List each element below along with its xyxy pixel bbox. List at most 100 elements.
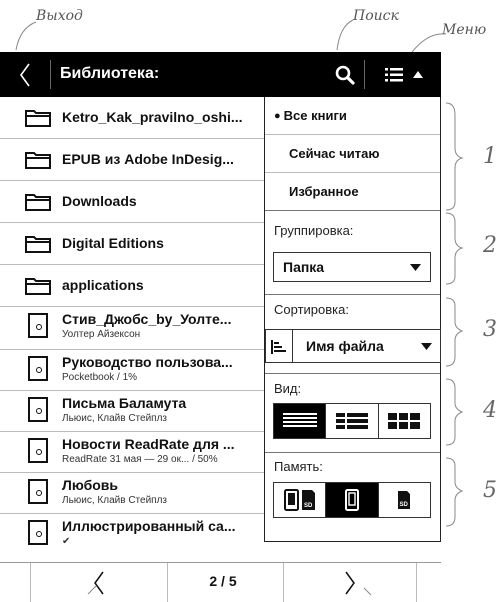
callout-search: Поиск bbox=[353, 8, 399, 24]
book-author: Льюис, Клайв Стейплз bbox=[62, 495, 167, 506]
view-list-detailed-button[interactable] bbox=[274, 404, 327, 438]
folder-item[interactable]: applications bbox=[0, 265, 264, 307]
folder-item[interactable]: EPUB из Adobe InDesig... bbox=[0, 139, 264, 181]
search-button[interactable] bbox=[326, 52, 364, 97]
book-icon bbox=[28, 313, 48, 338]
book-icon bbox=[28, 520, 48, 545]
page-title: Библиотека: bbox=[60, 65, 160, 82]
header-divider bbox=[50, 60, 51, 89]
list-thumbnails-icon bbox=[335, 413, 368, 429]
book-title: Руководство пользова... bbox=[62, 354, 233, 370]
book-icon bbox=[28, 356, 48, 381]
sorting-select[interactable]: Имя файла bbox=[265, 329, 441, 363]
filter-all-label: Все книги bbox=[283, 108, 347, 123]
callout-number-1: 1 bbox=[483, 144, 497, 169]
folder-icon bbox=[25, 152, 51, 169]
book-icon bbox=[28, 438, 48, 463]
sorting-value: Имя файла bbox=[306, 338, 384, 354]
book-author: ReadRate 31 мая — 29 ок... / 50% bbox=[62, 454, 218, 465]
svg-text:SD: SD bbox=[304, 503, 313, 509]
folder-item[interactable]: Ketro_Kak_pravilno_oshi... bbox=[0, 97, 264, 139]
book-title: Письма Баламута bbox=[62, 395, 187, 411]
triangle-down-icon bbox=[410, 264, 421, 271]
folder-icon bbox=[25, 110, 51, 127]
library-list: Ketro_Kak_pravilno_oshi... EPUB из Adobe… bbox=[0, 97, 264, 554]
chevron-right-icon bbox=[345, 571, 355, 594]
memory-label: Память: bbox=[274, 459, 323, 474]
header-divider bbox=[364, 60, 365, 89]
book-item[interactable]: Любовь Льюис, Клайв Стейплз bbox=[0, 473, 264, 514]
menu-list-icon bbox=[385, 67, 403, 81]
book-icon bbox=[28, 397, 48, 422]
selected-bullet-icon: ● bbox=[274, 109, 281, 122]
folder-title: Ketro_Kak_pravilno_oshi... bbox=[62, 109, 243, 125]
footer-divider bbox=[416, 563, 417, 602]
search-icon bbox=[335, 65, 355, 85]
callout-number-5: 5 bbox=[483, 478, 497, 503]
back-button[interactable] bbox=[0, 52, 50, 97]
section-divider bbox=[265, 294, 440, 295]
book-item[interactable]: Новости ReadRate для ... ReadRate 31 мая… bbox=[0, 432, 264, 473]
book-item[interactable]: Стив_Джобс_by_Уолте... Уолтер Айзексон bbox=[0, 307, 264, 350]
book-author: Льюис, Клайв Стейплз bbox=[62, 413, 167, 424]
library-header: Библиотека: bbox=[0, 52, 441, 97]
view-label: Вид: bbox=[274, 381, 302, 396]
view-list-thumbnails-button[interactable] bbox=[326, 404, 379, 438]
memory-device-button[interactable] bbox=[326, 483, 379, 517]
book-author: Pocketbook / 1% bbox=[62, 372, 138, 383]
book-title: Новости ReadRate для ... bbox=[62, 436, 235, 452]
book-title: Любовь bbox=[62, 477, 119, 493]
memory-sd-button[interactable]: SD bbox=[379, 483, 430, 517]
folder-icon bbox=[25, 194, 51, 211]
prev-page-button[interactable] bbox=[31, 563, 167, 602]
filter-reading-label: Сейчас читаю bbox=[289, 146, 380, 161]
folder-icon bbox=[25, 278, 51, 295]
chevron-left-icon bbox=[20, 63, 30, 86]
filter-favorites-label: Избранное bbox=[289, 184, 359, 199]
callout-number-3: 3 bbox=[483, 317, 497, 342]
folder-icon bbox=[25, 236, 51, 253]
folder-item[interactable]: Digital Editions bbox=[0, 223, 264, 265]
triangle-down-icon bbox=[421, 343, 432, 350]
book-item[interactable]: Иллюстрированный са... ✔ bbox=[0, 514, 264, 554]
memory-selector: SD SD bbox=[273, 482, 431, 518]
callout-number-2: 2 bbox=[483, 233, 497, 258]
grid-icon bbox=[388, 413, 421, 429]
grouping-select[interactable]: Папка bbox=[273, 252, 431, 282]
sorting-label: Сортировка: bbox=[274, 302, 349, 317]
book-title: Стив_Джобс_by_Уолте... bbox=[62, 311, 232, 327]
triangle-up-icon bbox=[413, 71, 423, 78]
folder-item[interactable]: Downloads bbox=[0, 181, 264, 223]
page-indicator: 2 / 5 bbox=[209, 573, 237, 589]
filter-all-books[interactable]: ● Все книги bbox=[265, 97, 440, 135]
view-grid-button[interactable] bbox=[379, 404, 430, 438]
library-menu-panel: ● Все книги Сейчас читаю Избранное Групп… bbox=[264, 97, 441, 542]
callout-exit: Выход bbox=[36, 8, 83, 24]
folder-title: Downloads bbox=[62, 193, 137, 209]
section-divider bbox=[265, 452, 440, 453]
chevron-left-icon bbox=[94, 571, 104, 594]
book-item[interactable]: Письма Баламута Льюис, Клайв Стейплз bbox=[0, 391, 264, 432]
book-author: ✔ bbox=[62, 536, 71, 547]
folder-title: applications bbox=[62, 277, 144, 293]
callout-menu: Меню bbox=[442, 22, 487, 38]
view-mode-selector bbox=[273, 403, 431, 439]
sort-order-icon bbox=[271, 340, 286, 354]
folder-title: Digital Editions bbox=[62, 235, 164, 251]
menu-button[interactable] bbox=[372, 52, 436, 97]
filter-favorites[interactable]: Избранное bbox=[265, 173, 440, 211]
pagination-bar: 2 / 5 bbox=[0, 562, 441, 602]
book-title: Иллюстрированный са... bbox=[62, 518, 236, 534]
callout-number-4: 4 bbox=[483, 398, 497, 423]
book-author: Уолтер Айзексон bbox=[62, 329, 141, 340]
memory-device-and-sd-button[interactable]: SD bbox=[274, 483, 327, 517]
book-item[interactable]: Руководство пользова... Pocketbook / 1% bbox=[0, 350, 264, 391]
book-icon bbox=[28, 479, 48, 504]
folder-title: EPUB из Adobe InDesig... bbox=[62, 151, 234, 167]
device-icon bbox=[344, 489, 359, 511]
device-and-sd-icon: SD bbox=[283, 489, 315, 511]
next-page-button[interactable] bbox=[284, 563, 416, 602]
sort-divider bbox=[292, 330, 293, 362]
filter-reading-now[interactable]: Сейчас читаю bbox=[265, 135, 440, 173]
grouping-value: Папка bbox=[283, 259, 325, 275]
